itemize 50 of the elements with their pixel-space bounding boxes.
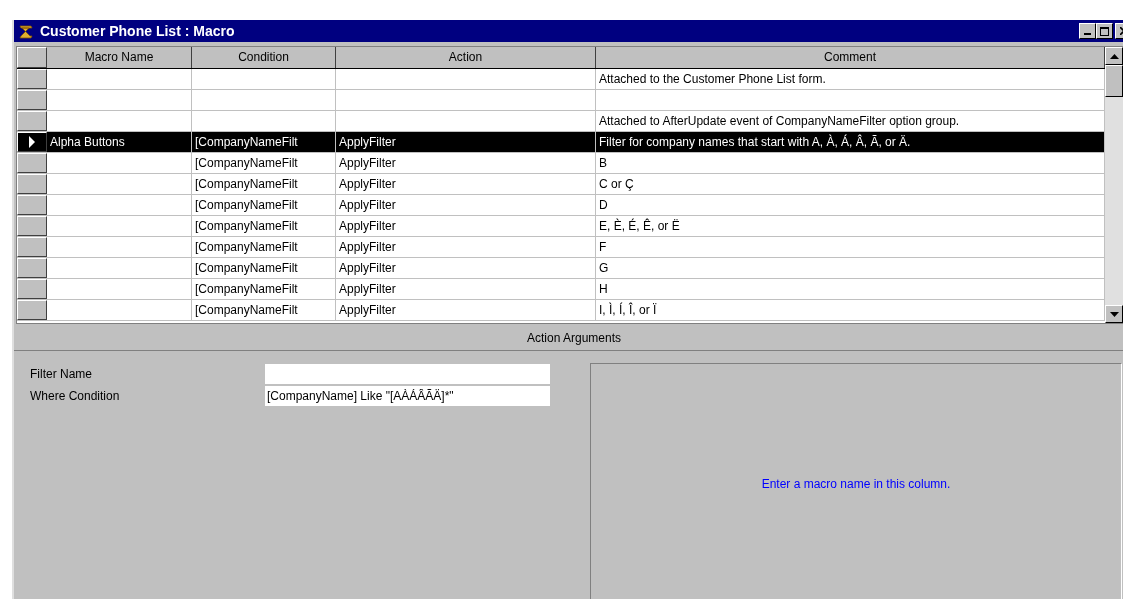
table-cell[interactable]: [CompanyNameFilt [192, 132, 336, 152]
table-cell[interactable]: [CompanyNameFilt [192, 300, 336, 320]
scroll-thumb[interactable] [1105, 65, 1123, 97]
row-selector[interactable] [17, 153, 47, 173]
up-arrow-icon [1109, 53, 1119, 59]
input-field[interactable]: [CompanyName] Like "[AÀÁÂÃÄ]*" [265, 386, 550, 406]
table-cell[interactable]: ApplyFilter [336, 279, 596, 299]
table-cell[interactable]: [CompanyNameFilt [192, 237, 336, 257]
scroll-down-button[interactable] [1105, 305, 1123, 323]
table-cell[interactable]: [CompanyNameFilt [192, 216, 336, 236]
current-row-icon [29, 136, 35, 148]
row-selector[interactable] [17, 300, 47, 320]
row-selector[interactable] [17, 69, 47, 89]
input-field[interactable] [265, 364, 550, 384]
field-label: Filter Name [30, 367, 93, 381]
row-selector[interactable] [17, 216, 47, 236]
section-title: Action Arguments [14, 326, 1123, 351]
maximize-button[interactable] [1096, 23, 1113, 39]
table-cell[interactable]: Filter for company names that start with A, À, Á, Â, Ã, or Ä. [596, 132, 1105, 152]
scroll-up-button[interactable] [1105, 47, 1123, 65]
minimize-button[interactable] [1079, 23, 1096, 39]
row-selector[interactable] [17, 237, 47, 257]
table-cell[interactable]: ApplyFilter [336, 153, 596, 173]
table-cell[interactable]: [CompanyNameFilt [192, 279, 336, 299]
table-cell[interactable]: ApplyFilter [336, 132, 596, 152]
row-selector[interactable] [17, 195, 47, 215]
table-cell[interactable]: [CompanyNameFilt [192, 174, 336, 194]
row-selector[interactable] [17, 90, 47, 110]
table-cell[interactable]: ApplyFilter [336, 237, 596, 257]
table-cell[interactable]: ApplyFilter [336, 195, 596, 215]
row-selector[interactable] [17, 132, 47, 152]
row-selector[interactable] [17, 174, 47, 194]
table-cell[interactable]: [CompanyNameFilt [192, 258, 336, 278]
table-cell[interactable]: [CompanyNameFilt [192, 153, 336, 173]
table-cell[interactable]: ApplyFilter [336, 174, 596, 194]
maximize-icon [1100, 26, 1109, 36]
help-text: Enter a macro name in this column. [761, 477, 951, 491]
table-cell[interactable]: [CompanyNameFilt [192, 195, 336, 215]
vertical-scrollbar[interactable] [1105, 47, 1123, 323]
corner-selector[interactable] [17, 47, 47, 68]
row-selector[interactable] [17, 111, 47, 131]
down-arrow-icon [1109, 311, 1119, 317]
row-selector[interactable] [17, 258, 47, 278]
table-cell[interactable]: Alpha Buttons [47, 132, 192, 152]
field-label: Where Condition [30, 389, 121, 403]
table-cell[interactable]: ApplyFilter [336, 258, 596, 278]
table-cell[interactable]: ApplyFilter [336, 300, 596, 320]
table-cell[interactable]: ApplyFilter [336, 216, 596, 236]
row-selector[interactable] [17, 279, 47, 299]
window-title: Customer Phone List : Macro [40, 23, 236, 39]
